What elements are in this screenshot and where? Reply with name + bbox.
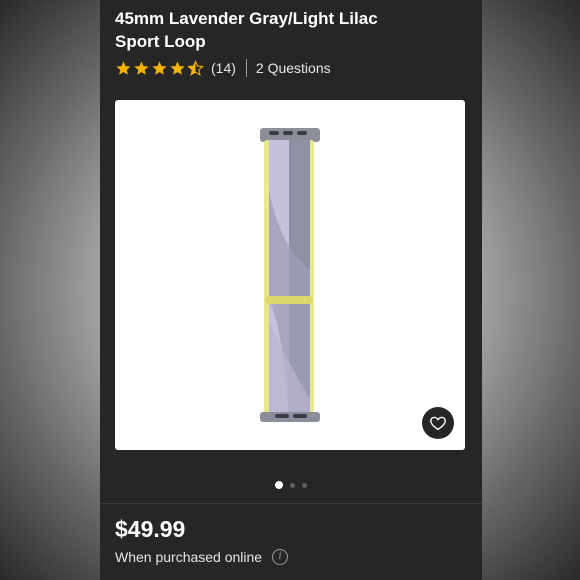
purchase-note-row: When purchased online i (115, 549, 289, 565)
star-icon (170, 60, 185, 75)
product-image-card[interactable] (115, 100, 465, 450)
star-icon (134, 60, 149, 75)
carousel-dot-2[interactable] (290, 482, 295, 488)
star-icon (116, 60, 131, 75)
product-title-line-1: 45mm Lavender Gray/Light Lilac (115, 9, 378, 28)
purchase-note: When purchased online (115, 549, 263, 565)
rating-row: (14) 2 Questions (115, 58, 331, 78)
star-half-icon (187, 59, 204, 76)
rating-stars[interactable] (115, 59, 205, 77)
carousel-dot-3[interactable] (302, 482, 307, 488)
rating-count[interactable]: (14) (211, 60, 236, 76)
star-icon (152, 60, 167, 75)
rating-divider (245, 59, 247, 77)
product-title: 45mm Lavender Gray/Light Lilac Sport Loo… (115, 7, 455, 53)
questions-link[interactable]: 2 Questions (256, 60, 331, 76)
favorite-button[interactable] (422, 407, 454, 439)
product-image (260, 128, 320, 422)
product-panel: 45mm Lavender Gray/Light Lilac Sport Loo… (100, 0, 482, 580)
info-icon[interactable]: i (272, 549, 289, 565)
carousel-dot-1[interactable] (275, 481, 283, 489)
product-title-line-2: Sport Loop (115, 32, 206, 51)
product-price: $49.99 (115, 516, 186, 542)
section-divider (100, 503, 482, 504)
carousel-pagination (100, 480, 482, 490)
heart-icon (430, 416, 446, 431)
